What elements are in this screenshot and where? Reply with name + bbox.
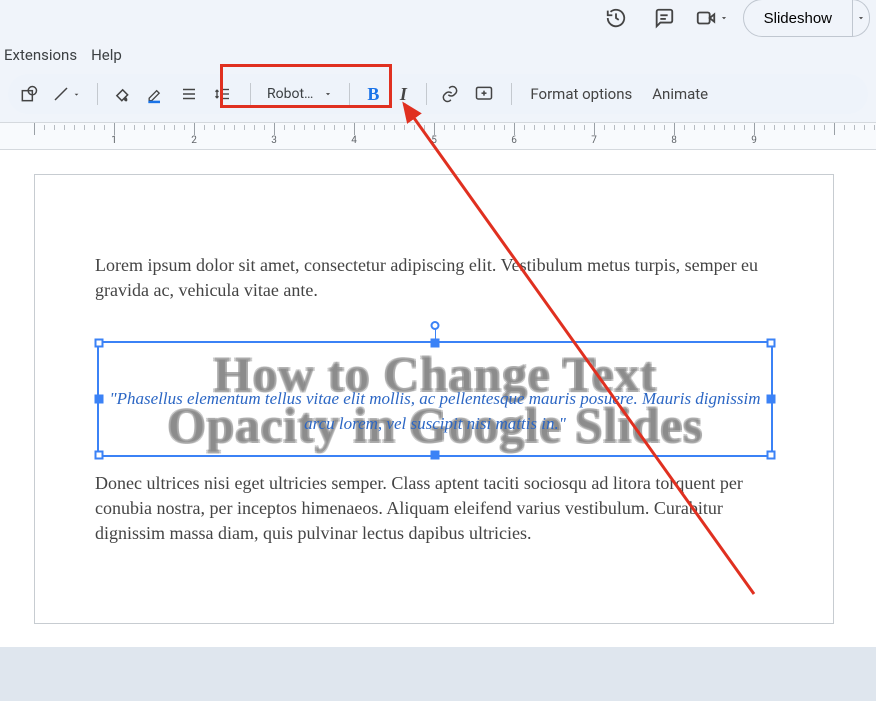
body-paragraph-2: Donec ultrices nisi eget ultricies sempe… bbox=[95, 471, 775, 547]
ruler-label: 1 bbox=[111, 135, 117, 146]
handle-nw[interactable] bbox=[95, 339, 104, 348]
chevron-down-icon bbox=[323, 89, 333, 99]
footer-band bbox=[0, 647, 876, 701]
format-options-button[interactable]: Format options bbox=[520, 79, 642, 109]
rotate-handle[interactable] bbox=[431, 321, 440, 330]
handle-sw[interactable] bbox=[95, 451, 104, 460]
ruler-label: 8 bbox=[671, 135, 677, 146]
ruler-label: 6 bbox=[511, 135, 517, 146]
ruler-label: 2 bbox=[191, 135, 197, 146]
highlight-color-icon[interactable] bbox=[140, 79, 170, 109]
separator bbox=[511, 83, 512, 105]
font-name-label: Robot… bbox=[267, 86, 313, 102]
align-icon[interactable] bbox=[174, 79, 204, 109]
ruler-label: 5 bbox=[431, 135, 437, 146]
font-picker[interactable]: Robot… bbox=[259, 79, 341, 109]
selected-wordart-box[interactable]: How to Change Text Opacity in Google Sli… bbox=[97, 341, 773, 457]
slideshow-button[interactable]: Slideshow bbox=[743, 0, 853, 37]
bold-button[interactable]: B bbox=[358, 79, 388, 109]
slide[interactable]: Lorem ipsum dolor sit amet, consectetur … bbox=[34, 174, 834, 624]
separator bbox=[426, 83, 427, 105]
quote-text: "Phasellus elementum tellus vitae elit m… bbox=[99, 387, 771, 436]
separator bbox=[349, 83, 350, 105]
slideshow-dropdown[interactable] bbox=[852, 0, 870, 37]
line-spacing-icon[interactable] bbox=[208, 79, 238, 109]
ruler-label: 7 bbox=[591, 135, 597, 146]
handle-se[interactable] bbox=[767, 451, 776, 460]
animate-button[interactable]: Animate bbox=[642, 79, 718, 109]
shape-tool-icon[interactable] bbox=[14, 79, 44, 109]
ruler-label: 3 bbox=[271, 135, 277, 146]
ruler-label: 4 bbox=[351, 135, 357, 146]
comments-icon[interactable] bbox=[647, 1, 681, 35]
handle-ne[interactable] bbox=[767, 339, 776, 348]
italic-button[interactable]: I bbox=[388, 79, 418, 109]
menu-extensions[interactable]: Extensions bbox=[4, 46, 77, 64]
canvas: Lorem ipsum dolor sit amet, consectetur … bbox=[0, 150, 876, 690]
insert-comment-icon[interactable] bbox=[469, 79, 499, 109]
body-paragraph-1: Lorem ipsum dolor sit amet, consectetur … bbox=[95, 253, 775, 303]
insert-link-icon[interactable] bbox=[435, 79, 465, 109]
separator bbox=[250, 83, 251, 105]
meet-icon[interactable] bbox=[695, 1, 729, 35]
fill-color-icon[interactable] bbox=[106, 79, 136, 109]
menu-bar: Extensions Help bbox=[0, 36, 876, 70]
line-tool-icon[interactable] bbox=[48, 79, 85, 109]
menu-help[interactable]: Help bbox=[91, 46, 122, 64]
slideshow-label: Slideshow bbox=[764, 10, 832, 27]
ruler-label: 9 bbox=[751, 135, 757, 146]
toolbar: Robot… B I Format options Animate bbox=[8, 74, 868, 114]
history-icon[interactable] bbox=[599, 1, 633, 35]
separator bbox=[97, 83, 98, 105]
ruler: 1 2 3 4 5 6 7 8 9 bbox=[0, 122, 876, 150]
